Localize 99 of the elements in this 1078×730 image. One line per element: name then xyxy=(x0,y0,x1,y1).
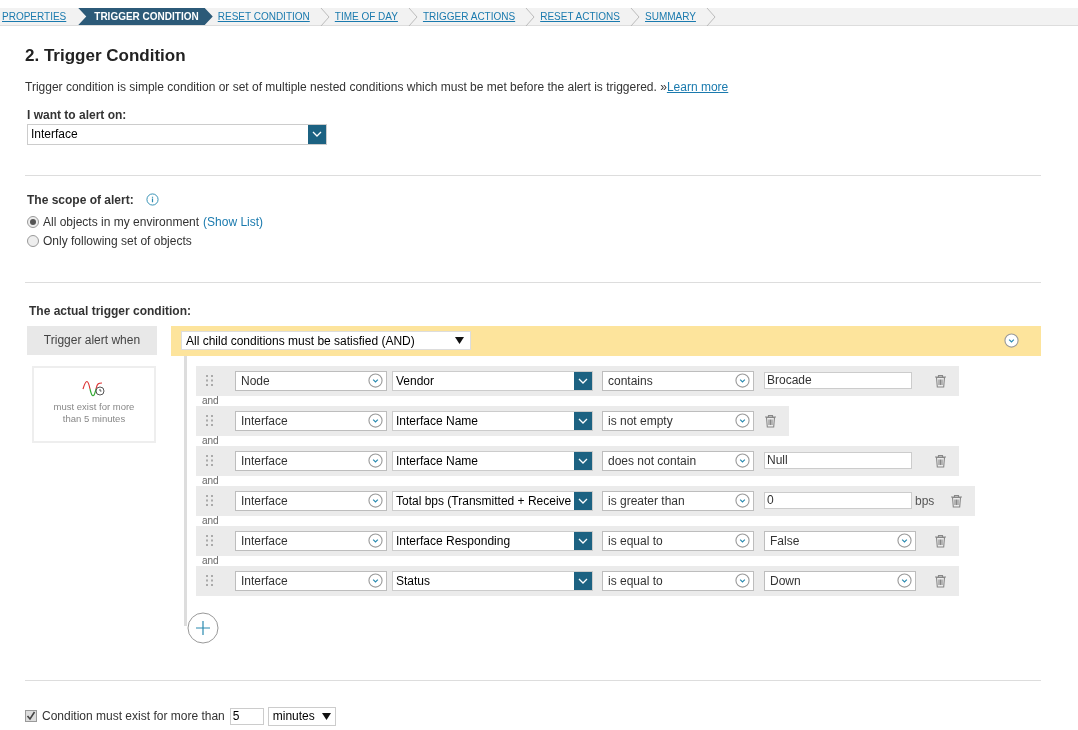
drag-handle-icon[interactable] xyxy=(206,455,213,466)
object-select[interactable]: Interface xyxy=(235,490,387,511)
chevron-down-icon xyxy=(578,537,588,544)
trash-icon[interactable] xyxy=(934,533,947,548)
dropdown-icon xyxy=(368,413,383,428)
dropdown-icon xyxy=(735,573,750,588)
chevron-down-icon xyxy=(312,131,322,137)
object-select[interactable]: Node xyxy=(235,370,387,391)
dropdown-icon xyxy=(368,573,383,588)
operator-select[interactable]: is equal to xyxy=(602,570,754,591)
trash-icon[interactable] xyxy=(934,373,947,388)
operator-select[interactable]: contains xyxy=(602,370,754,391)
and-joiner: and xyxy=(202,555,220,566)
drag-handle-icon[interactable] xyxy=(206,495,213,506)
drag-handle-icon[interactable] xyxy=(206,375,213,386)
object-select[interactable]: Interface xyxy=(235,450,387,471)
radio-label: All objects in my environment xyxy=(43,213,200,231)
trigger-when-label: Trigger alert when xyxy=(27,325,157,355)
dropdown-icon xyxy=(368,533,383,548)
drag-handle-icon[interactable] xyxy=(206,415,213,426)
mode-select[interactable]: All child conditions must be satisfied (AND) xyxy=(181,331,471,350)
page-title: 2. Trigger Condition xyxy=(25,45,187,67)
field-select[interactable]: Vendor xyxy=(392,370,593,391)
field-select[interactable]: Interface Name xyxy=(392,410,593,431)
and-joiner: and xyxy=(202,515,220,526)
breadcrumb-step[interactable]: TRIGGER ACTIONS xyxy=(417,8,526,25)
and-joiner: and xyxy=(202,435,220,446)
alert-on-select[interactable]: Interface xyxy=(27,123,327,145)
unit-label: bps xyxy=(915,492,935,510)
dropdown-icon xyxy=(368,453,383,468)
radio-label: Only following set of objects xyxy=(43,232,192,250)
trash-icon[interactable] xyxy=(764,413,777,428)
checkbox-label: Condition must exist for more than xyxy=(42,708,225,725)
breadcrumb-step[interactable]: TIME OF DAY xyxy=(329,8,408,25)
duration-field[interactable]: 5 xyxy=(229,707,264,725)
and-joiner: and xyxy=(202,475,220,486)
and-joiner: and xyxy=(202,395,220,406)
breadcrumb-step[interactable]: RESET CONDITION xyxy=(212,8,320,25)
radio-button[interactable] xyxy=(27,215,39,228)
drag-handle-icon[interactable] xyxy=(206,575,213,586)
chevron-icon xyxy=(319,8,330,26)
chevron-down-icon xyxy=(578,417,588,424)
breadcrumb-step[interactable]: SUMMARY xyxy=(640,8,706,25)
unit-select[interactable]: minutes xyxy=(267,706,336,726)
chevron-down-icon xyxy=(578,497,588,504)
dropdown-icon xyxy=(368,373,383,388)
dropdown-icon xyxy=(368,493,383,508)
operator-select[interactable]: does not contain xyxy=(602,450,754,471)
drag-handle-icon[interactable] xyxy=(206,535,213,546)
field-select[interactable]: Interface Name xyxy=(392,450,593,471)
value-field[interactable]: Null xyxy=(764,452,912,469)
field-select[interactable]: Interface Responding xyxy=(392,530,593,551)
operator-select[interactable]: is greater than xyxy=(602,490,754,511)
checkbox[interactable] xyxy=(25,710,37,722)
chevron-down-icon xyxy=(578,377,588,384)
trash-icon[interactable] xyxy=(934,573,947,588)
info-icon[interactable] xyxy=(145,193,159,206)
collapse-icon xyxy=(1004,333,1019,348)
trash-icon[interactable] xyxy=(950,493,964,508)
learn-more-link[interactable]: Learn more xyxy=(666,79,729,94)
value-select[interactable]: Down xyxy=(764,570,916,591)
breadcrumb-step[interactable]: PROPERTIES xyxy=(0,8,77,25)
breadcrumb-step[interactable]: TRIGGER CONDITION xyxy=(78,8,213,25)
add-condition-button[interactable] xyxy=(187,611,219,644)
caret-icon xyxy=(321,712,331,720)
value-field[interactable]: 0 xyxy=(764,492,912,509)
dropdown-icon xyxy=(735,533,750,548)
trigger-label: The actual trigger condition: xyxy=(29,302,192,320)
description-text: Trigger condition is simple condition or set of multiple nested conditions which must be met before the alert is triggered. »Learn more xyxy=(25,78,730,96)
field-select[interactable]: Total bps (Transmitted + Receive xyxy=(392,490,593,511)
chevron-icon xyxy=(525,8,536,26)
operator-select[interactable]: is not empty xyxy=(602,410,754,431)
chevron-down-icon xyxy=(578,577,588,584)
breadcrumb-step[interactable]: RESET ACTIONS xyxy=(535,8,630,25)
caret-icon xyxy=(455,337,464,344)
object-select[interactable]: Interface xyxy=(235,530,387,551)
dropdown-icon xyxy=(897,533,912,548)
operator-select[interactable]: is equal to xyxy=(602,530,754,551)
chevron-icon xyxy=(407,8,418,26)
chevron-down-icon xyxy=(578,457,588,464)
alert-on-label: I want to alert on: xyxy=(27,106,128,124)
waveform-clock-icon xyxy=(82,379,106,397)
value-field[interactable]: Brocade xyxy=(764,372,912,389)
chevron-icon xyxy=(705,8,716,26)
value-select[interactable]: False xyxy=(764,530,916,551)
object-select[interactable]: Interface xyxy=(235,410,387,431)
field-select[interactable]: Status xyxy=(392,570,593,591)
show-list-link[interactable]: (Show List) xyxy=(203,212,264,231)
dropdown-icon xyxy=(735,493,750,508)
radio-button[interactable] xyxy=(27,234,39,247)
trash-icon[interactable] xyxy=(934,453,947,468)
dropdown-icon xyxy=(735,373,750,388)
object-select[interactable]: Interface xyxy=(235,570,387,591)
dropdown-icon xyxy=(897,573,912,588)
duration-note: must exist for more than 5 minutes xyxy=(52,400,136,425)
chevron-icon xyxy=(630,8,640,26)
dropdown-icon xyxy=(735,453,750,468)
dropdown-icon xyxy=(735,413,750,428)
scope-label: The scope of alert: xyxy=(27,191,134,209)
